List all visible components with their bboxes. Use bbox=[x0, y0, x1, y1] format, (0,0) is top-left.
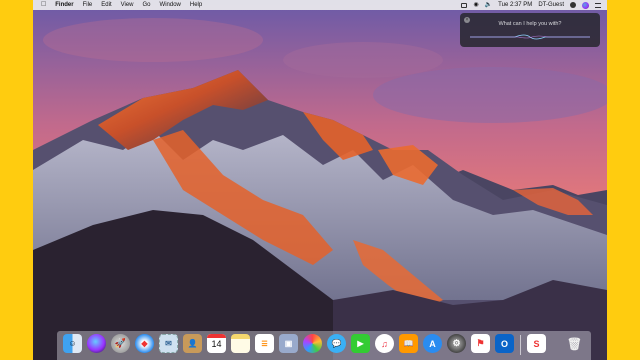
safari-icon[interactable]: ◆ bbox=[135, 334, 154, 353]
siri-panel: × What can I help you with? bbox=[460, 13, 600, 47]
desktop-wallpaper bbox=[33, 0, 607, 360]
siri-prompt-text: What can I help you with? bbox=[498, 21, 562, 27]
contacts-icon[interactable]: 👤 bbox=[183, 334, 202, 353]
menu-go[interactable]: Go bbox=[143, 0, 151, 10]
mail-stamp-icon[interactable]: ✉ bbox=[159, 334, 178, 353]
calendar-day: 14 bbox=[211, 339, 222, 349]
menu-window[interactable]: Window bbox=[160, 0, 181, 10]
preview-icon[interactable]: ▣ bbox=[279, 334, 298, 353]
system-preferences-icon[interactable]: ⚙ bbox=[447, 334, 466, 353]
menu-help[interactable]: Help bbox=[190, 0, 202, 10]
status-area: ◉ 🔈 Tue 2:37 PM DT-Guest bbox=[461, 0, 607, 10]
siri-menu-icon[interactable] bbox=[582, 1, 589, 9]
app-store-icon[interactable]: A bbox=[423, 334, 442, 353]
facetime-icon[interactable]: ▶ bbox=[351, 334, 370, 353]
apple-menu-icon[interactable]:  bbox=[41, 0, 46, 10]
volume-icon[interactable]: 🔈 bbox=[485, 0, 492, 10]
trash-icon[interactable]: 🗑 bbox=[565, 334, 584, 353]
photos-icon[interactable] bbox=[303, 334, 322, 353]
user-name[interactable]: DT-Guest bbox=[538, 0, 564, 10]
notes-icon[interactable] bbox=[231, 334, 250, 353]
spotlight-icon[interactable] bbox=[570, 2, 576, 8]
wifi-icon[interactable]: ◉ bbox=[473, 0, 478, 10]
siri-icon[interactable] bbox=[87, 334, 106, 353]
notification-center-icon[interactable] bbox=[595, 2, 601, 8]
menu-view[interactable]: View bbox=[121, 0, 134, 10]
ibooks-icon[interactable]: 📖 bbox=[399, 334, 418, 353]
reminders-icon[interactable]: ☰ bbox=[255, 334, 274, 353]
calendar-icon[interactable]: 14 bbox=[207, 334, 226, 353]
finder-icon[interactable]: ☺ bbox=[63, 334, 82, 353]
screen-mirroring-icon[interactable] bbox=[461, 2, 468, 8]
messages-icon[interactable]: 💬 bbox=[327, 334, 346, 353]
dock-separator bbox=[520, 335, 521, 355]
itunes-icon[interactable]: ♫ bbox=[375, 334, 394, 353]
desktop-screen:  Finder File Edit View Go Window Help ◉… bbox=[33, 0, 607, 360]
menu-file[interactable]: File bbox=[83, 0, 93, 10]
clock-text[interactable]: Tue 2:37 PM bbox=[498, 0, 532, 10]
sketch-app-icon[interactable]: S bbox=[527, 334, 546, 353]
launchpad-icon[interactable]: 🚀 bbox=[111, 334, 130, 353]
menu-finder[interactable]: Finder bbox=[55, 0, 73, 10]
flag-app-icon[interactable]: ⚑ bbox=[471, 334, 490, 353]
dock: ☺ 🚀 ◆ ✉ 👤 14 ☰ ▣ 💬 ▶ ♫ 📖 A ⚙ ⚑ O S 🗑 bbox=[57, 331, 591, 360]
outlook-icon[interactable]: O bbox=[495, 334, 514, 353]
siri-waveform bbox=[470, 34, 590, 40]
menu-bar:  Finder File Edit View Go Window Help ◉… bbox=[33, 0, 607, 10]
menu-edit[interactable]: Edit bbox=[101, 0, 111, 10]
